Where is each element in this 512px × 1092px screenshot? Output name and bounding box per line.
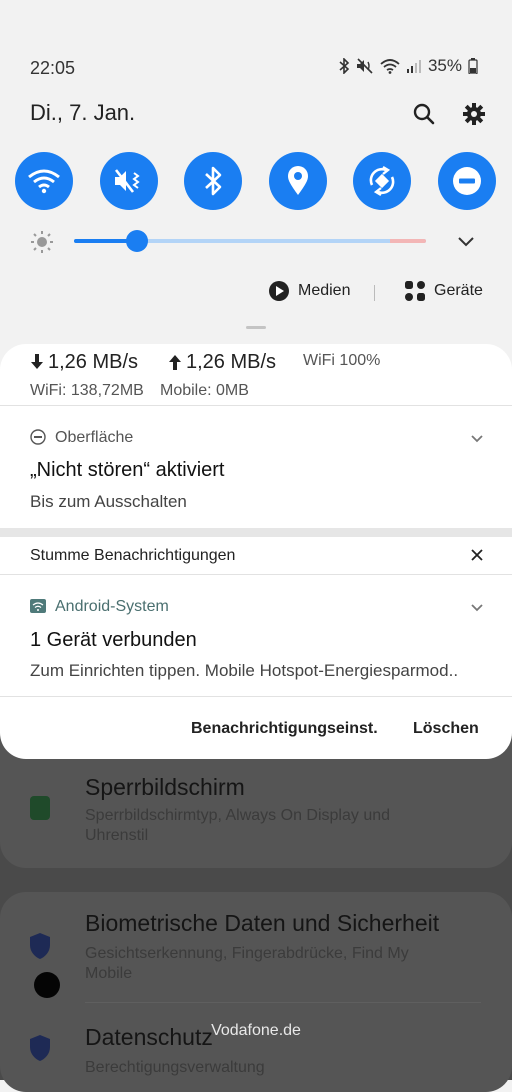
dnd-small-icon: [30, 429, 46, 445]
upload-arrow-icon: [169, 355, 181, 370]
wifi-icon: [28, 169, 60, 194]
bluetooth-icon: [205, 166, 222, 196]
section-gap: [0, 528, 512, 537]
do-not-disturb-icon: [453, 167, 481, 195]
security-title: Biometrische Daten und Sicherheit: [85, 910, 440, 936]
toast-message: Vodafone.de: [211, 1022, 301, 1039]
status-icons: 35%: [338, 56, 478, 76]
hotspot-app-icon: [30, 599, 46, 613]
lockscreen-title: Sperrbildschirm: [85, 774, 245, 800]
brightness-slider-high-zone: [390, 239, 426, 243]
wifi-usage: WiFi: 138,72MB: [30, 382, 144, 399]
download-arrow-icon: [31, 354, 43, 369]
privacy-subtitle: Berechtigungsverwaltung: [85, 1059, 265, 1076]
shield-icon: [30, 933, 50, 959]
sound-mode-toggle[interactable]: [100, 152, 158, 210]
devices-label: Geräte: [434, 282, 483, 299]
devices-grid-icon: [405, 281, 425, 301]
dnd-text: Bis zum Ausschalten: [30, 492, 187, 511]
clear-button[interactable]: Löschen: [413, 720, 479, 738]
brightness-icon: [31, 231, 53, 253]
search-button[interactable]: [408, 98, 440, 130]
date-label: Di., 7. Jan.: [30, 100, 136, 125]
security-card: Biometrische Daten und Sicherheit Gesich…: [0, 892, 512, 1092]
lock-icon: [30, 796, 50, 820]
security-subtitle: Gesichtserkennung, Fingerabdrücke, Find …: [85, 945, 409, 982]
mobile-usage: Mobile: 0MB: [160, 382, 249, 399]
do-not-disturb-toggle[interactable]: [438, 152, 496, 210]
mute-status-icon: [356, 58, 373, 74]
system-title: 1 Gerät verbunden: [30, 629, 197, 651]
expand-chevron-icon[interactable]: [470, 434, 484, 444]
dnd-app-name: Oberfläche: [55, 429, 134, 446]
location-toggle[interactable]: [269, 152, 327, 210]
system-notification[interactable]: Android-System 1 Gerät verbunden Zum Ein…: [0, 575, 512, 696]
divider: [0, 696, 512, 697]
wifi-strength: WiFi 100%: [303, 352, 381, 369]
search-icon: [413, 103, 435, 125]
drag-handle[interactable]: [246, 326, 266, 329]
lockscreen-subtitle: Sperrbildschirmtyp, Always On Display un…: [85, 807, 391, 844]
auto-rotate-toggle[interactable]: [353, 152, 411, 210]
notification-settings-button[interactable]: Benachrichtigungseinst.: [191, 720, 378, 738]
close-icon[interactable]: [470, 548, 484, 562]
dnd-notification[interactable]: Oberfläche „Nicht stören“ aktiviert Bis …: [0, 406, 512, 528]
mute-vibrate-icon: [114, 169, 140, 193]
divider: [85, 1002, 481, 1003]
wifi-status-icon: [380, 59, 400, 74]
bluetooth-status-icon: [339, 58, 350, 74]
settings-button[interactable]: [458, 98, 490, 130]
media-button[interactable]: Medien: [268, 280, 350, 302]
silent-section-label: Stumme Benachrichtigungen: [30, 547, 236, 564]
devices-button[interactable]: Geräte: [404, 280, 483, 302]
wifi-toggle[interactable]: [15, 152, 73, 210]
signal-icon: [406, 60, 421, 73]
battery-percent: 35%: [427, 56, 462, 75]
notification-panel: 1,26 MB/s 1,26 MB/s WiFi 100% WiFi: 138,…: [0, 344, 512, 759]
system-text: Zum Einrichten tippen. Mobile Hotspot-En…: [30, 661, 459, 680]
status-time: 22:05: [30, 58, 76, 78]
dnd-title: „Nicht stören“ aktiviert: [30, 459, 225, 481]
expand-chevron-icon[interactable]: [470, 603, 484, 613]
system-app-name: Android-System: [55, 598, 169, 615]
floating-button[interactable]: [34, 972, 60, 998]
auto-rotate-icon: [369, 165, 395, 197]
brightness-slider-thumb[interactable]: [126, 230, 149, 252]
media-separator: [374, 285, 375, 301]
location-icon: [288, 166, 308, 195]
battery-icon: [468, 58, 478, 74]
upload-speed: 1,26 MB/s: [186, 351, 277, 373]
gear-icon: [463, 103, 485, 125]
media-label: Medien: [298, 282, 351, 299]
chevron-down-icon[interactable]: [456, 234, 476, 248]
download-speed: 1,26 MB/s: [48, 351, 139, 373]
bluetooth-toggle[interactable]: [184, 152, 242, 210]
play-icon: [269, 281, 289, 301]
